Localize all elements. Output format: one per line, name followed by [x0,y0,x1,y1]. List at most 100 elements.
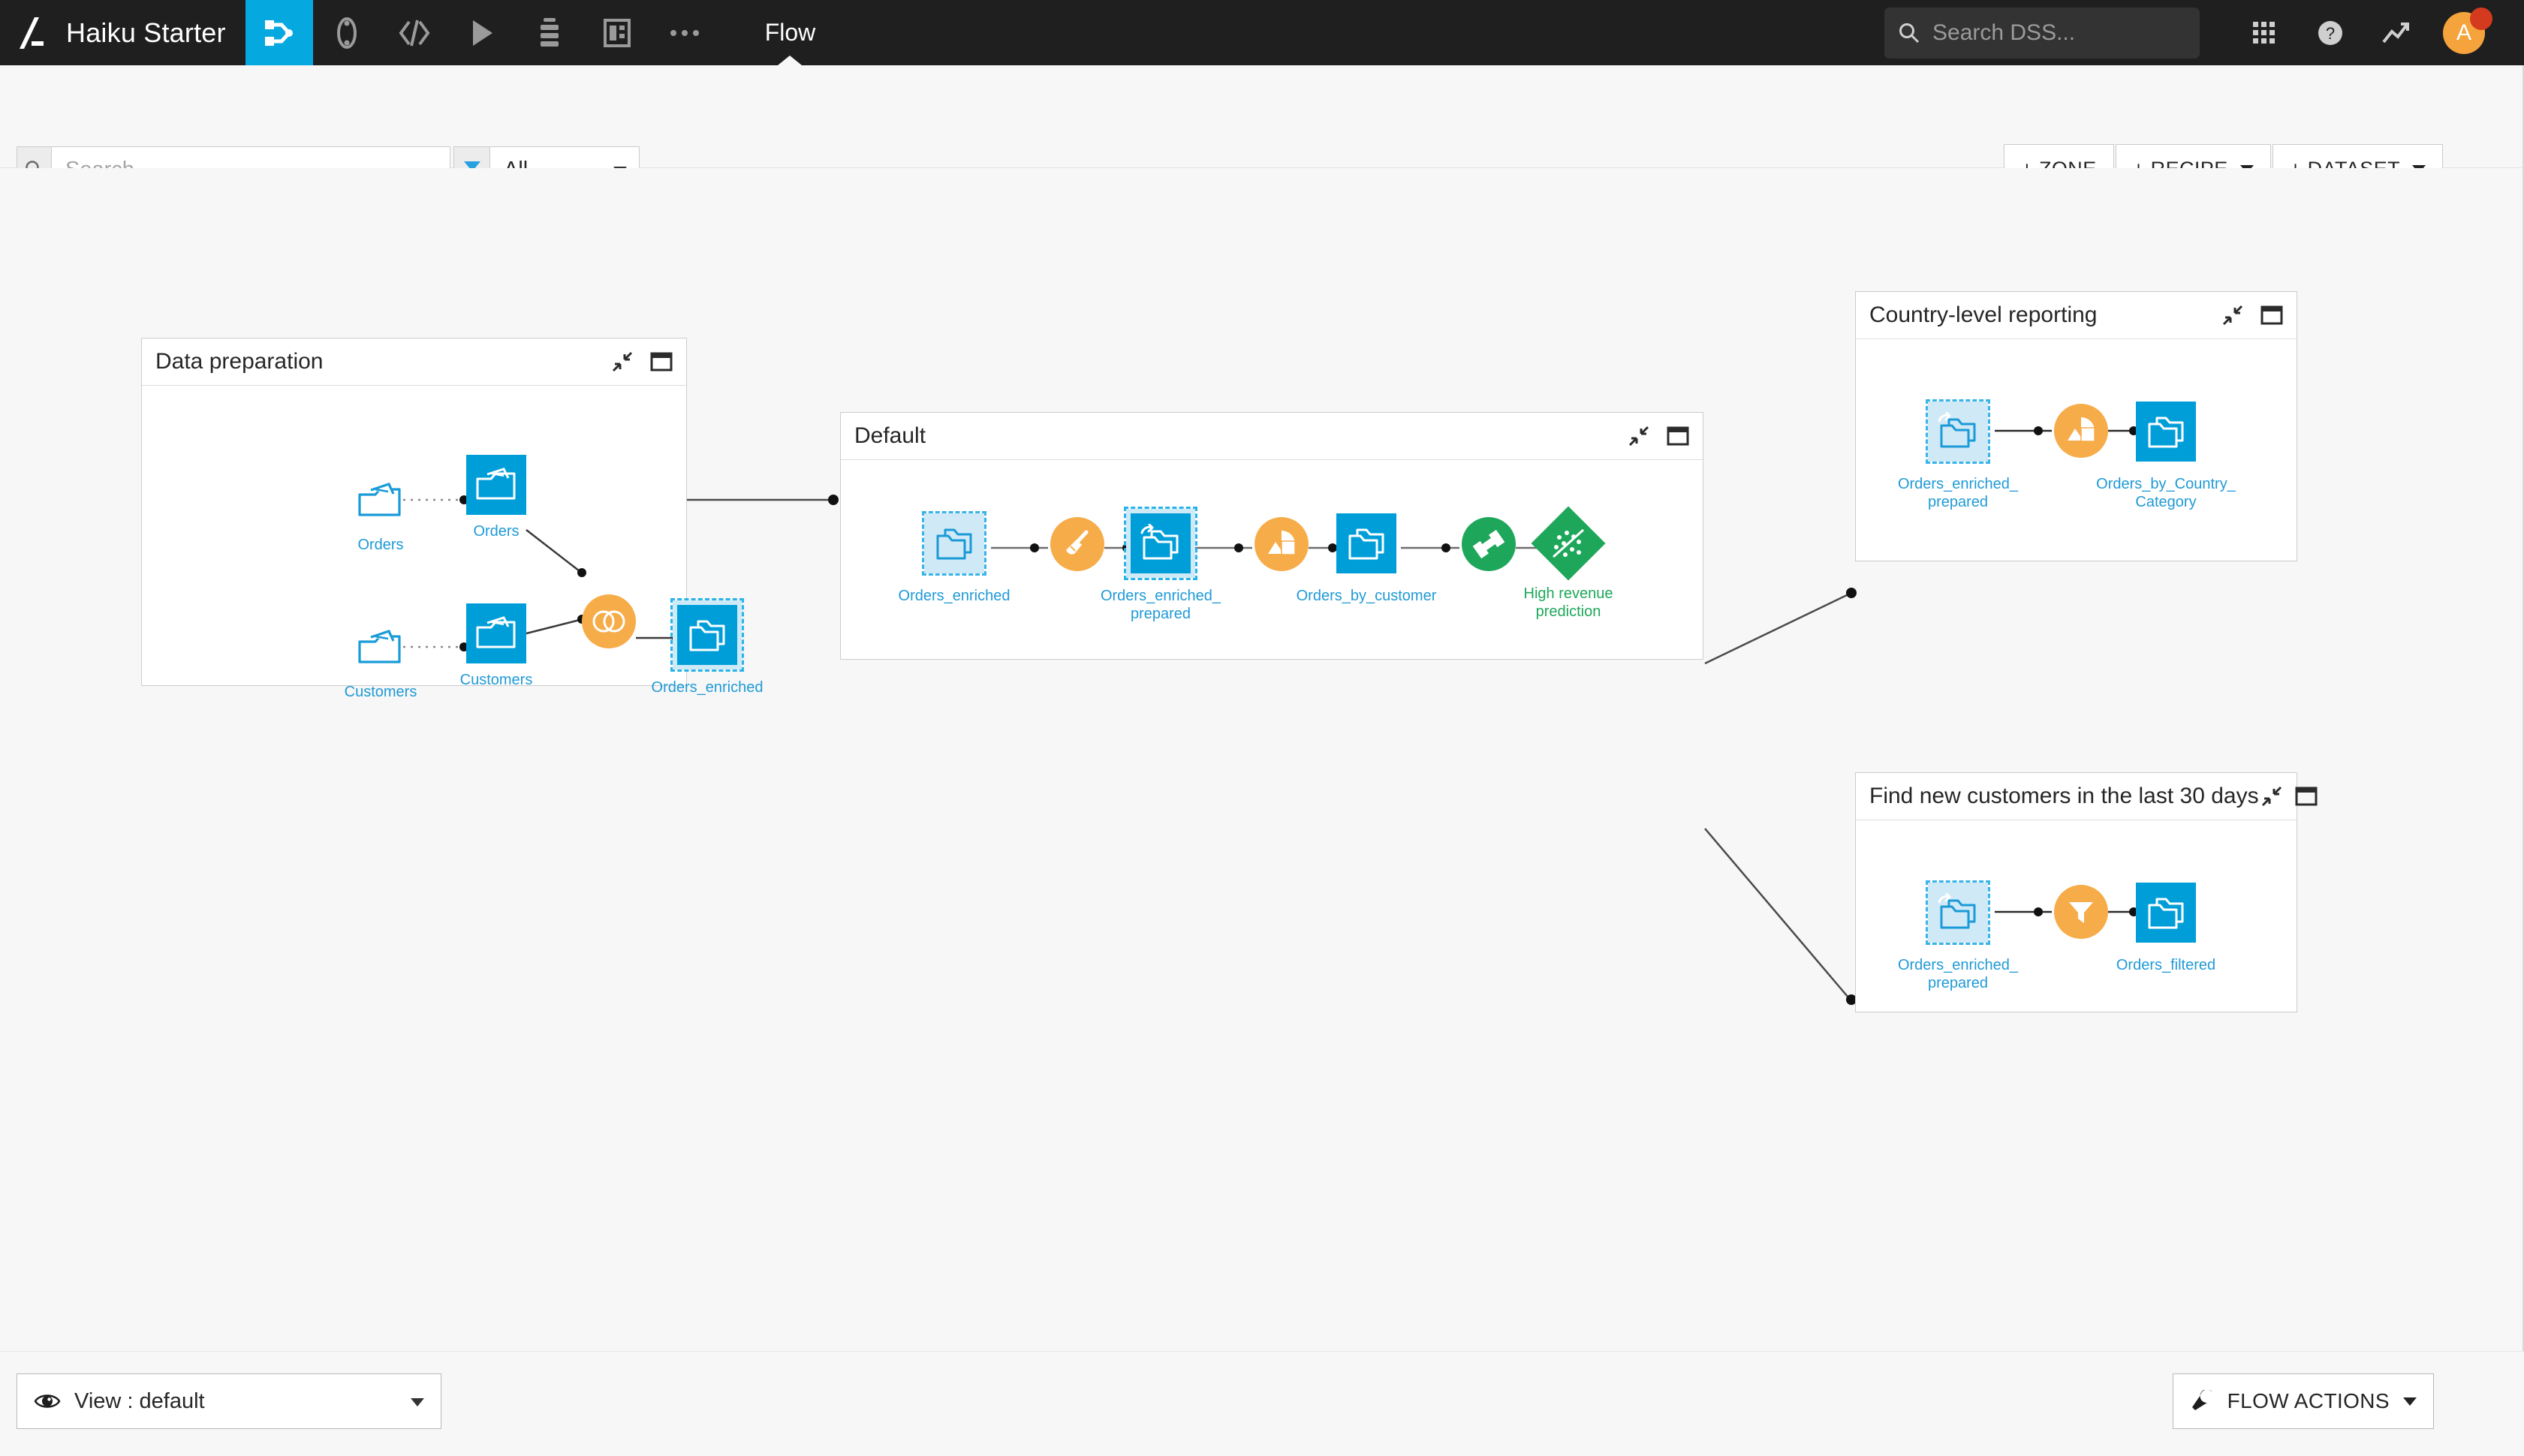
recipe-groupby[interactable] [1254,517,1309,571]
trend-up-icon[interactable] [2363,0,2429,65]
flow-canvas[interactable]: Data preparation Orders Orders Customers… [0,168,2522,1351]
window-icon[interactable] [1665,423,1691,449]
flow-actions-button[interactable]: FLOW ACTIONS [2172,1373,2434,1429]
collapse-arrows-icon[interactable] [2220,302,2245,328]
flow-zone-default[interactable]: Default Orders_enriched Orders_enriched_… [840,412,1703,660]
node-label: Orders_by_Country_ Category [2096,476,2236,510]
zone-header: Find new customers in the last 30 days [1856,773,2318,820]
recipe-groupby-country[interactable] [2054,404,2108,458]
global-search-placeholder: Search DSS... [1932,20,2076,45]
groupby-recipe-icon [1254,517,1309,571]
folder-outline-icon [351,617,411,677]
dataset-orders-enriched-prepared-ref[interactable]: Orders_enriched_ prepared [1898,399,2018,510]
dataset-orders-filtered[interactable]: Orders_filtered [2116,883,2215,973]
collapse-arrows-icon[interactable] [1626,423,1652,449]
node-label: Orders_filtered [2116,957,2216,973]
view-select-label: View : default [74,1388,205,1413]
ml-model-icon [1531,506,1606,581]
zone-body: Orders_enriched_ prepared Orders_filtere… [1856,820,2297,1012]
notification-badge[interactable] [2470,8,2492,30]
search-icon [1899,23,1920,43]
dataset-orders-enriched-prepared[interactable]: Orders_enriched_ prepared [1101,507,1221,622]
tab-flow-label: Flow [764,19,816,46]
prepare-broom-recipe-icon [1050,517,1104,571]
dataset-icon-shared [1926,880,1990,945]
zone-body: Orders_enriched Orders_enriched_ prepare… [841,460,1703,659]
dataset-icon [2136,402,2196,462]
view-select[interactable]: View : default [17,1373,441,1429]
zone-body: Orders_enriched_ prepared Orders_by_Coun… [1856,339,2297,561]
window-icon[interactable] [649,349,674,375]
flow-zone-country-level-reporting[interactable]: Country-level reporting Orders_enriched_ [1855,291,2297,561]
dataset-icon [466,455,526,515]
recipe-join[interactable] [582,594,636,648]
dataset-orders-enriched-prepared-ref2[interactable]: Orders_enriched_ prepared [1898,880,2018,991]
chevron-down-icon [411,1398,424,1406]
project-title[interactable]: Haiku Starter [66,17,226,49]
zone-actions [1626,423,1691,449]
window-icon[interactable] [2294,784,2319,809]
lab-icon[interactable] [313,0,381,65]
dataset-orders-enriched-shared[interactable]: Orders_enriched [899,511,1010,604]
node-label: Orders [473,523,520,540]
chevron-down-icon [2403,1397,2417,1406]
collapse-arrows-icon[interactable] [2259,784,2285,809]
flow-actions-label: FLOW ACTIONS [2227,1389,2390,1412]
zone-header: Data preparation [142,338,686,386]
dataset-icon-selected [670,598,744,672]
node-label: Orders_enriched_ prepared [1897,476,2019,510]
grid-apps-icon[interactable] [2231,0,2297,65]
folder-customers[interactable]: Customers [345,617,417,700]
dataset-icon-shared [922,511,986,576]
zone-title: Data preparation [155,349,324,374]
folder-outline-icon [351,470,411,530]
tab-flow[interactable]: Flow [745,0,836,65]
window-icon[interactable] [2259,302,2285,328]
node-label: Orders_enriched [898,588,1011,604]
folder-orders[interactable]: Orders [351,470,411,553]
active-tab-caret-icon [778,56,803,65]
recipe-prepare-broom[interactable] [1050,517,1104,571]
recipe-train[interactable] [1462,517,1516,571]
zone-title: Find new customers in the last 30 days [1869,784,2259,808]
zone-title: Default [854,423,926,448]
jobs-run-icon[interactable] [448,0,516,65]
node-label: Orders_enriched_ prepared [1897,957,2019,991]
zone-header: Country-level reporting [1856,292,2297,339]
zone-body: Orders Orders Customers Customers Orders… [142,386,763,700]
join-recipe-icon [582,594,636,648]
dataset-icon-shared [1926,399,1990,464]
flow-icon[interactable] [245,0,313,65]
svg-text:?: ? [2326,24,2335,43]
eye-icon [34,1394,61,1408]
flow-toolbar: Search All 1model4flow zones2folders7dat… [0,65,2524,224]
wrench-icon [2191,1390,2212,1410]
node-label: High revenue prediction [1523,585,1613,620]
model-high-revenue[interactable]: High revenue prediction [1524,506,1613,620]
dataset-icon [2136,883,2196,943]
flow-zone-find-new-customers[interactable]: Find new customers in the last 30 days O… [1855,772,2318,1012]
dataset-customers[interactable]: Customers [460,603,532,688]
dataset-orders-enriched[interactable]: Orders_enriched [652,598,763,696]
zone-header: Default [841,413,1703,460]
top-bar-right-group: Search DSS... ? A [1884,0,2524,65]
top-navigation-bar: Haiku Starter Flow Search DSS... ? A [0,0,2524,65]
more-ellipsis-icon[interactable] [651,0,718,65]
recipe-filter[interactable] [2054,885,2108,939]
dataset-orders[interactable]: Orders [466,455,526,540]
node-label: Orders_by_customer [1296,588,1437,604]
dataset-orders-by-country-category[interactable]: Orders_by_Country_ Category [2096,402,2236,510]
automation-icon[interactable] [516,0,583,65]
collapse-arrows-icon[interactable] [610,349,635,375]
dataiku-logo-icon[interactable] [0,0,63,65]
dataset-orders-by-customer[interactable]: Orders_by_customer [1297,513,1436,604]
help-question-icon[interactable]: ? [2297,0,2363,65]
dataset-icon [466,603,526,663]
flow-zone-data-preparation[interactable]: Data preparation Orders Orders Customers… [141,338,763,700]
dashboard-icon[interactable] [583,0,651,65]
zone-actions [2259,784,2319,809]
zone-title: Country-level reporting [1869,302,2098,327]
avatar[interactable]: A [2429,0,2498,65]
global-search-input[interactable]: Search DSS... [1884,7,2200,59]
code-icon[interactable] [381,0,448,65]
